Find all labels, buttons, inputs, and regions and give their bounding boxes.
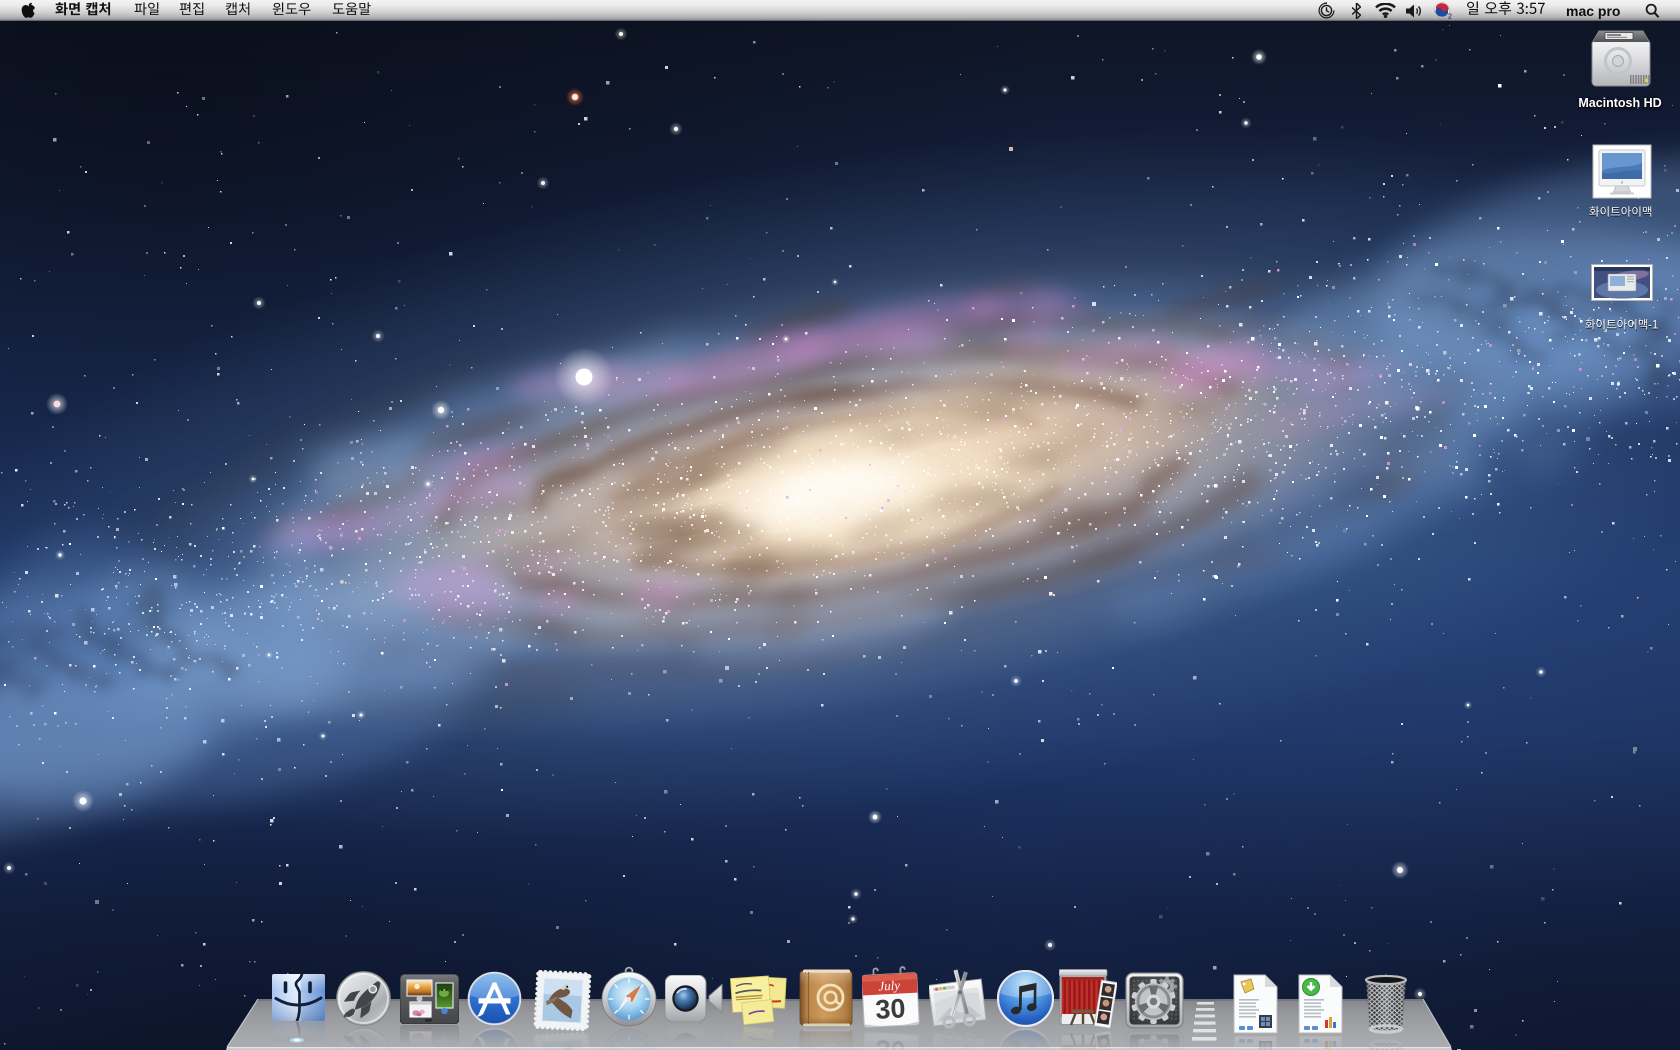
svg-text:-1: -1 [1648,320,1658,332]
svg-text:30: 30 [875,993,907,1025]
svg-text:2: 2 [1448,14,1452,20]
svg-text:July: July [878,978,901,994]
